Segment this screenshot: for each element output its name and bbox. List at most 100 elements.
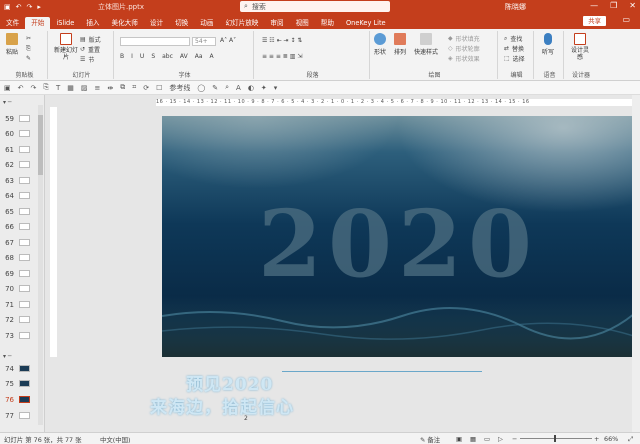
guides-checkbox[interactable]: ☐	[156, 84, 162, 92]
color-icon[interactable]: ◐	[248, 84, 254, 92]
tab-1[interactable]: 开始	[25, 17, 51, 29]
save-icon[interactable]: ▣	[4, 84, 11, 92]
tab-5[interactable]: 设计	[144, 17, 169, 29]
brush-icon[interactable]: ✎	[212, 84, 218, 92]
dictate-button[interactable]: 听写	[542, 33, 554, 56]
close-button[interactable]: ✕	[629, 1, 636, 10]
font-style-6[interactable]: Aa	[195, 53, 203, 60]
view-sorter-icon[interactable]: ▦	[470, 435, 476, 443]
redo-icon[interactable]: ↷	[27, 3, 33, 11]
quick-styles-button[interactable]: 快速样式	[414, 33, 438, 56]
tab-7[interactable]: 动画	[194, 17, 219, 29]
paste-icon[interactable]: ⎘	[43, 83, 49, 92]
shape-fill-button[interactable]: ◆ 形状填充	[448, 34, 480, 43]
notes-button[interactable]: ✎ 备注	[420, 435, 440, 444]
effects-icon: ◈	[448, 55, 453, 62]
copy-icon[interactable]: ⎘	[26, 45, 31, 53]
tab-12[interactable]: OneKey Lite	[340, 17, 392, 29]
font-size-combo[interactable]: 54+	[192, 37, 216, 46]
tab-10[interactable]: 视图	[290, 17, 315, 29]
voice-label: 语音	[543, 72, 556, 79]
section-collapse-icon[interactable]: ▾ ─	[3, 99, 12, 106]
font-style-2[interactable]: U	[140, 53, 144, 60]
font-style-4[interactable]: abc	[162, 53, 173, 60]
replace-icon: ⇄	[504, 45, 510, 52]
shape-outline-button[interactable]: ◇ 形状轮廓	[448, 44, 480, 53]
view-reading-icon[interactable]: ▭	[484, 435, 490, 443]
redo-icon[interactable]: ↷	[31, 84, 37, 92]
tab-0[interactable]: 文件	[0, 17, 25, 29]
rotate-icon[interactable]: ⟳	[143, 84, 149, 92]
effects-icon[interactable]: ✦	[261, 84, 267, 92]
zoom-level[interactable]: 66%	[604, 435, 618, 443]
reset-button[interactable]: ↺ 重置	[80, 45, 100, 54]
crop-icon[interactable]: ⌗	[132, 83, 136, 92]
align-icon[interactable]: ≡	[95, 84, 101, 92]
font-style-5[interactable]: AV	[180, 53, 188, 60]
zoom-out-icon[interactable]: −	[512, 435, 517, 443]
fit-window-icon[interactable]: ⤢	[628, 435, 633, 444]
list-buttons[interactable]: ☰ ☷ ⇤ ⇥ ↕ ⇅	[262, 37, 302, 44]
grow-font-icon[interactable]: A˄ A˅	[220, 37, 236, 44]
distribute-icon[interactable]: ⇹	[107, 84, 113, 92]
zoom-in-icon[interactable]: +	[594, 435, 599, 443]
section-collapse-icon[interactable]: ▾ ─	[3, 353, 12, 360]
slide-thumb-image	[19, 115, 30, 123]
minimize-button[interactable]: —	[590, 1, 598, 10]
zoom-knob[interactable]	[554, 435, 556, 442]
slides-scrollbar[interactable]	[38, 105, 43, 425]
image-icon[interactable]: ▨	[81, 84, 88, 92]
shape-icon[interactable]: ◯	[197, 84, 205, 92]
tab-6[interactable]: 切换	[169, 17, 194, 29]
select-button[interactable]: ⬚ 选择	[504, 54, 525, 63]
current-slide[interactable]: 2020	[162, 116, 634, 357]
arrange-icon	[394, 33, 406, 45]
tab-9[interactable]: 审阅	[264, 17, 289, 29]
design-ideas-button[interactable]: 设计灵感	[570, 33, 590, 61]
tab-11[interactable]: 帮助	[315, 17, 340, 29]
undo-icon[interactable]: ↶	[18, 84, 24, 92]
group-icon[interactable]: ⧉	[120, 83, 125, 92]
tab-4[interactable]: 美化大师	[106, 17, 144, 29]
tab-3[interactable]: 插入	[80, 17, 105, 29]
format-painter-icon[interactable]: ✎	[26, 55, 31, 62]
language-indicator[interactable]: 中文(中国)	[100, 435, 131, 444]
layout-icon: ▤	[80, 36, 86, 43]
shape-effects-button[interactable]: ◈ 形状效果	[448, 54, 480, 63]
save-icon[interactable]: ▣	[4, 3, 11, 11]
layout-button[interactable]: ▤ 版式	[80, 35, 101, 44]
zoom-icon[interactable]: ⌕	[225, 83, 229, 92]
font-style-0[interactable]: B	[120, 53, 124, 60]
share-button[interactable]: 共享	[583, 16, 606, 26]
present-icon[interactable]: ▸	[37, 3, 41, 11]
format-icon[interactable]: T	[56, 84, 60, 92]
undo-icon[interactable]: ↶	[16, 3, 22, 11]
user-name[interactable]: 陈晓娜	[505, 2, 526, 12]
replace-button[interactable]: ⇄ 替换	[504, 44, 524, 53]
table-icon[interactable]: ▦	[67, 84, 74, 92]
paste-button[interactable]: 粘贴	[6, 33, 18, 56]
font-style-7[interactable]: A	[210, 53, 214, 60]
tab-2[interactable]: iSlide	[50, 17, 80, 29]
scroll-thumb[interactable]	[38, 115, 43, 175]
editor-scrollbar[interactable]	[632, 95, 640, 432]
find-button[interactable]: ⌕ 查找	[504, 34, 522, 44]
cut-icon[interactable]: ✂	[26, 35, 31, 42]
zoom-slider[interactable]	[520, 435, 592, 442]
new-slide-button[interactable]: 新建幻灯片	[54, 33, 78, 61]
font-style-1[interactable]: I	[131, 53, 133, 60]
shape-button[interactable]: 形状	[374, 33, 386, 56]
align-buttons[interactable]: ≡ ≡ ≡ ≣ ▥ ⇲	[262, 53, 302, 60]
font-name-combo[interactable]	[120, 37, 190, 46]
view-normal-icon[interactable]: ▣	[456, 435, 462, 443]
comment-icon[interactable]: ▭	[622, 15, 630, 24]
more-icon[interactable]: ▾	[274, 84, 278, 92]
tab-8[interactable]: 幻灯片放映	[219, 17, 264, 29]
restore-button[interactable]: ❐	[610, 1, 617, 10]
text-box-icon[interactable]: A	[236, 84, 241, 92]
slideshow-icon[interactable]: ▷	[498, 435, 503, 443]
section-button[interactable]: ☰ 节	[80, 55, 94, 64]
search-box[interactable]: ⌕ 搜索	[240, 1, 390, 12]
arrange-button[interactable]: 排列	[394, 33, 406, 56]
font-style-3[interactable]: S	[151, 53, 155, 60]
